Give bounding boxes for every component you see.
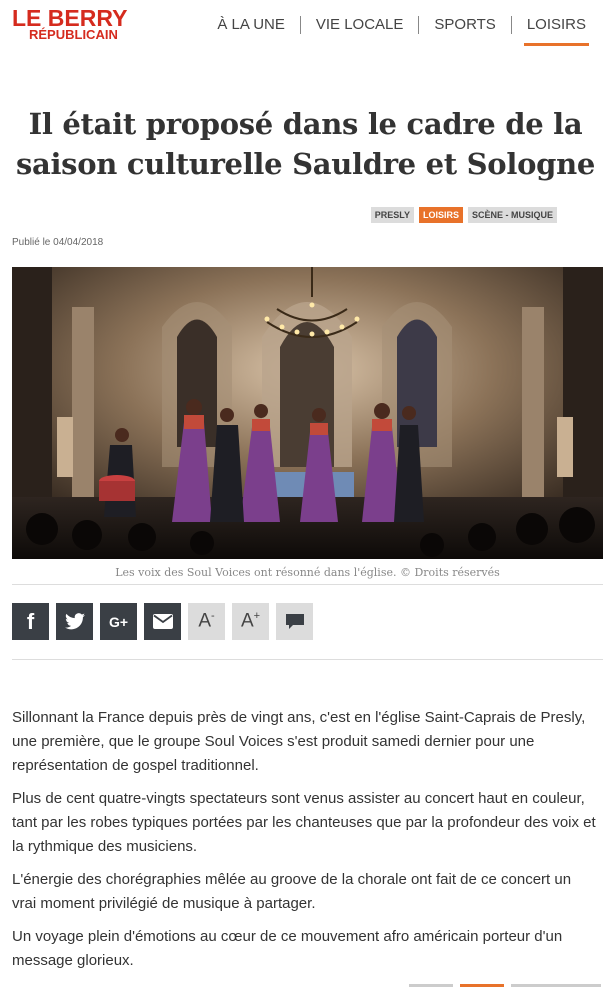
facebook-share-button[interactable]: f: [12, 603, 49, 640]
font-decrease-sign: -: [211, 610, 215, 623]
google-plus-icon: G+: [108, 613, 129, 630]
divider: [12, 584, 603, 585]
comment-button[interactable]: [276, 603, 313, 640]
main-nav: À LA UNE VIE LOCALE SPORTS LOISIRS: [202, 14, 601, 46]
article-paragraph: L'énergie des chorégraphies mêlée au gro…: [12, 871, 572, 912]
font-decrease-glyph: A: [198, 610, 211, 632]
comment-icon: [285, 613, 304, 629]
font-increase-glyph: A: [240, 610, 254, 632]
facebook-icon: f: [26, 608, 35, 634]
tag-presly[interactable]: PRESLY: [370, 207, 414, 223]
article-paragraph: Sillonnant la France depuis près de ving…: [12, 709, 586, 774]
font-increase-icon: A+: [241, 610, 260, 632]
nav-vie-locale[interactable]: VIE LOCALE: [301, 15, 419, 35]
font-increase-sign: +: [253, 610, 261, 623]
nav-loisirs[interactable]: LOISIRS: [512, 15, 601, 46]
article-photo[interactable]: [12, 267, 603, 559]
site-header: LE BERRY RÉPUBLICAIN À LA UNE VIE LOCALE…: [0, 0, 611, 50]
article-paragraph: Plus de cent quatre-vingts spectateurs s…: [12, 790, 596, 855]
publish-date: Publié le 04/04/2018: [12, 237, 104, 248]
nav-a-la-une[interactable]: À LA UNE: [202, 15, 300, 35]
font-increase-button[interactable]: A+: [232, 603, 269, 640]
font-decrease-icon: A-: [198, 610, 214, 632]
site-logo[interactable]: LE BERRY RÉPUBLICAIN: [12, 6, 140, 42]
article-paragraph: Un voyage plein d'émotions au cœur de ce…: [12, 928, 563, 969]
nav-sports[interactable]: SPORTS: [419, 15, 510, 35]
tag-scene-musique[interactable]: SCÈNE - MUSIQUE: [467, 207, 557, 223]
logo-line2: RÉPUBLICAIN: [29, 27, 118, 42]
tag-loisirs[interactable]: LOISIRS: [418, 207, 463, 223]
share-toolbar: f G+ A- A+: [12, 603, 313, 640]
concert-photo-illustration: [12, 267, 603, 559]
twitter-icon: [64, 613, 85, 630]
photo-caption: Les voix des Soul Voices ont résonné dan…: [115, 566, 500, 579]
google-plus-share-button[interactable]: G+: [100, 603, 137, 640]
twitter-share-button[interactable]: [56, 603, 93, 640]
divider: [12, 659, 603, 660]
article-tags: PRESLY LOISIRS SCÈNE - MUSIQUE: [370, 207, 557, 223]
font-decrease-button[interactable]: A-: [188, 603, 225, 640]
article-body: Sillonnant la France depuis près de ving…: [12, 706, 597, 982]
email-share-button[interactable]: [144, 603, 181, 640]
article-title: Il était proposé dans le cadre de la sai…: [15, 107, 596, 181]
email-icon: [152, 614, 173, 629]
